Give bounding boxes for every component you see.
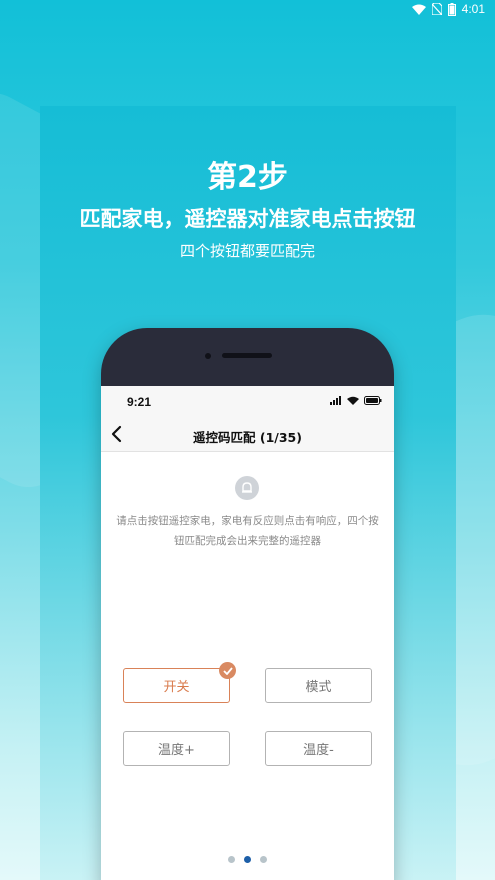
nav-bar: 遥控码匹配 (1/35)	[101, 418, 394, 452]
status-bar: 4:01	[0, 0, 495, 20]
check-icon	[219, 662, 236, 679]
phone-battery-icon	[364, 396, 382, 405]
step-subtitle: 匹配家电，遥控器对准家电点击按钮	[79, 207, 416, 231]
phone-status-bar: 9:21	[101, 386, 394, 418]
step-title: 第2步	[207, 160, 288, 195]
power-button-label: 开关	[163, 680, 190, 695]
signal-icon	[330, 396, 341, 405]
phone-mockup: 9:21 遥控码匹配 (1/35) 请点击按钮遥控家电，家电有反应则点击有响应，…	[101, 328, 394, 880]
status-time: 4:01	[461, 2, 485, 16]
temp-up-button-label: 温度+	[158, 743, 195, 758]
phone-speaker	[222, 353, 272, 358]
page-dot-3[interactable]	[260, 856, 267, 863]
battery-icon	[447, 2, 456, 16]
step-note: 四个按钮都要匹配完	[179, 242, 315, 260]
bell-icon	[235, 476, 259, 500]
phone-time: 9:21	[127, 395, 152, 409]
mode-button[interactable]: 模式	[265, 668, 372, 703]
temp-down-button[interactable]: 温度-	[265, 731, 372, 766]
no-sim-icon	[431, 3, 442, 15]
wifi-icon	[411, 4, 426, 15]
phone-wifi-icon	[347, 396, 359, 405]
power-button[interactable]: 开关	[123, 662, 236, 703]
page-dot-2[interactable]	[244, 856, 251, 863]
instruction-text: 请点击按钮遥控家电，家电有反应则点击有响应，四个按钮匹配完成会出来完整的遥控器	[116, 515, 379, 547]
phone-screen: 9:21 遥控码匹配 (1/35) 请点击按钮遥控家电，家电有反应则点击有响应，…	[101, 386, 394, 880]
page-title: 遥控码匹配 (1/35)	[193, 430, 302, 445]
mode-button-label: 模式	[305, 680, 332, 695]
page-indicator	[0, 856, 495, 863]
page-dot-1[interactable]	[228, 856, 235, 863]
temp-up-button[interactable]: 温度+	[123, 731, 230, 766]
temp-down-button-label: 温度-	[303, 743, 334, 758]
phone-camera	[205, 353, 211, 359]
